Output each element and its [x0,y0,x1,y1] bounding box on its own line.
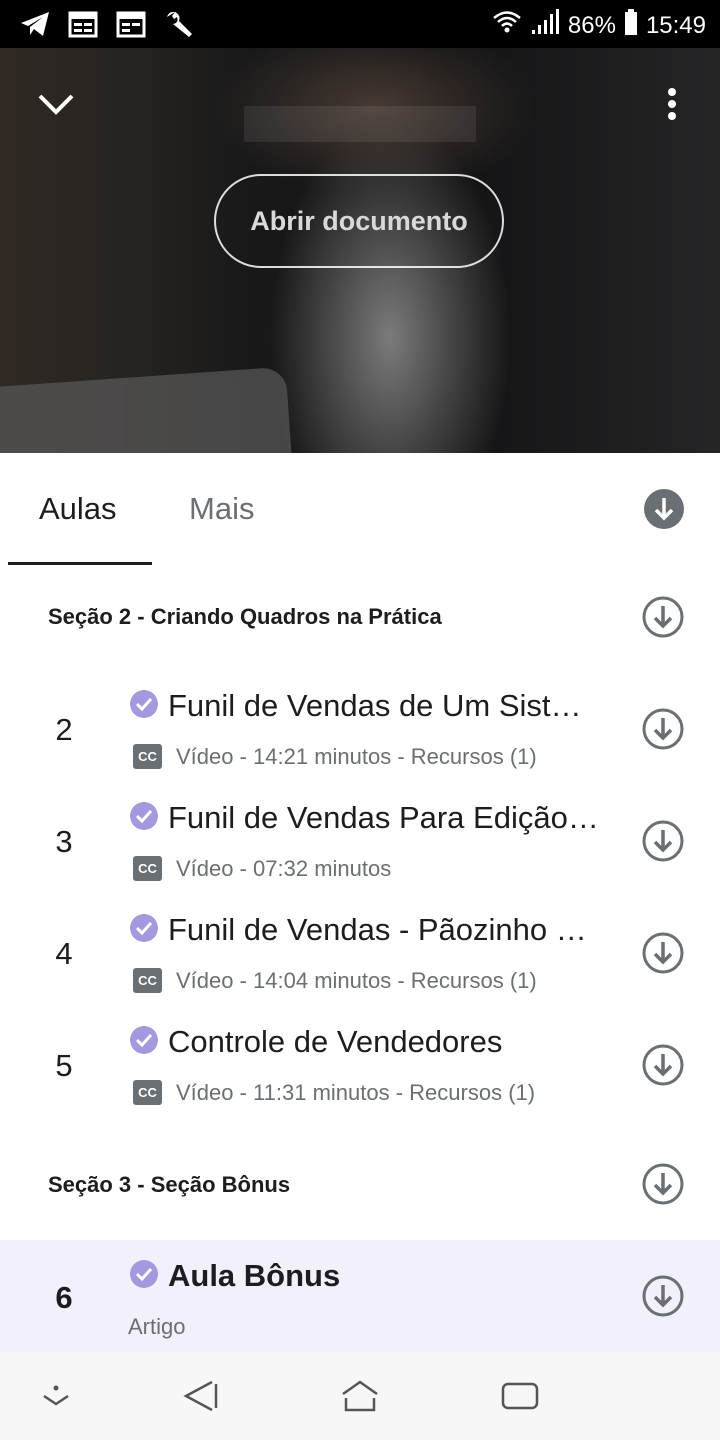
lecture-meta: Vídeo - 14:21 minutos - Recursos (1) [176,744,537,769]
lecture-title: Funil de Vendas - Pãozinho … [168,912,587,947]
wrench-icon [162,8,196,40]
lecture-row[interactable]: 3 Funil de Vendas Para Edição… CC Vídeo … [0,786,720,898]
lecture-row[interactable]: 2 Funil de Vendas de Um Sist… CC Vídeo -… [0,674,720,786]
hide-keyboard-icon[interactable] [40,1382,72,1415]
section-title: Seção 2 - Criando Quadros na Prática [48,604,442,629]
closed-captions-icon: CC [133,968,162,993]
download-section-icon[interactable] [642,1163,684,1210]
lecture-meta: Artigo [128,1314,186,1339]
section-title: Seção 3 - Seção Bônus [48,1172,291,1197]
back-icon[interactable] [182,1376,222,1421]
tab-mais[interactable]: Mais [189,491,254,527]
lecture-number: 6 [55,1280,73,1315]
clock: 15:49 [645,11,706,39]
closed-captions-icon: CC [133,856,162,881]
lecture-row[interactable]: 5 Controle de Vendedores CC Vídeo - 11:3… [0,1010,720,1122]
completed-check-icon [130,914,158,947]
download-lecture-icon[interactable] [642,1044,684,1091]
calendar-icon [114,8,148,40]
download-lecture-icon[interactable] [642,820,684,867]
lecture-number: 5 [55,1048,73,1083]
chevron-down-icon[interactable] [36,90,76,125]
download-lecture-icon[interactable] [642,932,684,979]
battery-icon [624,8,638,43]
download-lecture-icon[interactable] [642,708,684,755]
lecture-title: Funil de Vendas de Um Sist… [168,688,582,723]
hero-title-placeholder [244,106,476,142]
battery-text: 86% [567,11,616,39]
more-options-icon[interactable] [660,86,684,131]
completed-check-icon [130,1026,158,1059]
download-section-icon[interactable] [642,596,684,643]
completed-check-icon [130,1260,158,1293]
completed-check-icon [130,690,158,723]
home-icon[interactable] [340,1378,380,1419]
tab-aulas[interactable]: Aulas [39,491,117,527]
lecture-row-current[interactable]: 6 Aula Bônus Artigo [0,1240,720,1352]
lecture-number: 2 [55,712,73,747]
lecture-number: 3 [55,824,73,859]
open-document-button[interactable]: Abrir documento [214,174,504,268]
lecture-hero[interactable]: Abrir documento [0,48,720,453]
completed-check-icon [130,802,158,835]
status-bar: 86% 15:49 [0,0,720,48]
active-tab-indicator [8,562,152,565]
hero-laptop-shape [0,366,294,453]
system-nav-bar [0,1352,720,1440]
wifi-icon [492,8,522,43]
lecture-title: Aula Bônus [168,1258,341,1293]
tab-bar: Aulas Mais [0,453,720,565]
lecture-title: Funil de Vendas Para Edição… [168,800,599,835]
lecture-row[interactable]: 4 Funil de Vendas - Pãozinho … CC Vídeo … [0,898,720,1010]
telegram-icon [18,8,52,40]
lecture-meta: Vídeo - 14:04 minutos - Recursos (1) [176,968,537,993]
closed-captions-icon: CC [133,1080,162,1105]
calendar-icon [66,8,100,40]
download-lecture-icon[interactable] [642,1275,684,1322]
lecture-meta: Vídeo - 11:31 minutos - Recursos (1) [176,1080,536,1105]
download-all-icon[interactable] [644,489,684,534]
signal-icon [530,8,560,43]
recent-apps-icon[interactable] [500,1380,540,1417]
lecture-meta: Vídeo - 07:32 minutos [176,856,392,881]
lecture-title: Controle de Vendedores [168,1024,503,1059]
lecture-number: 4 [55,936,73,971]
closed-captions-icon: CC [133,744,162,769]
